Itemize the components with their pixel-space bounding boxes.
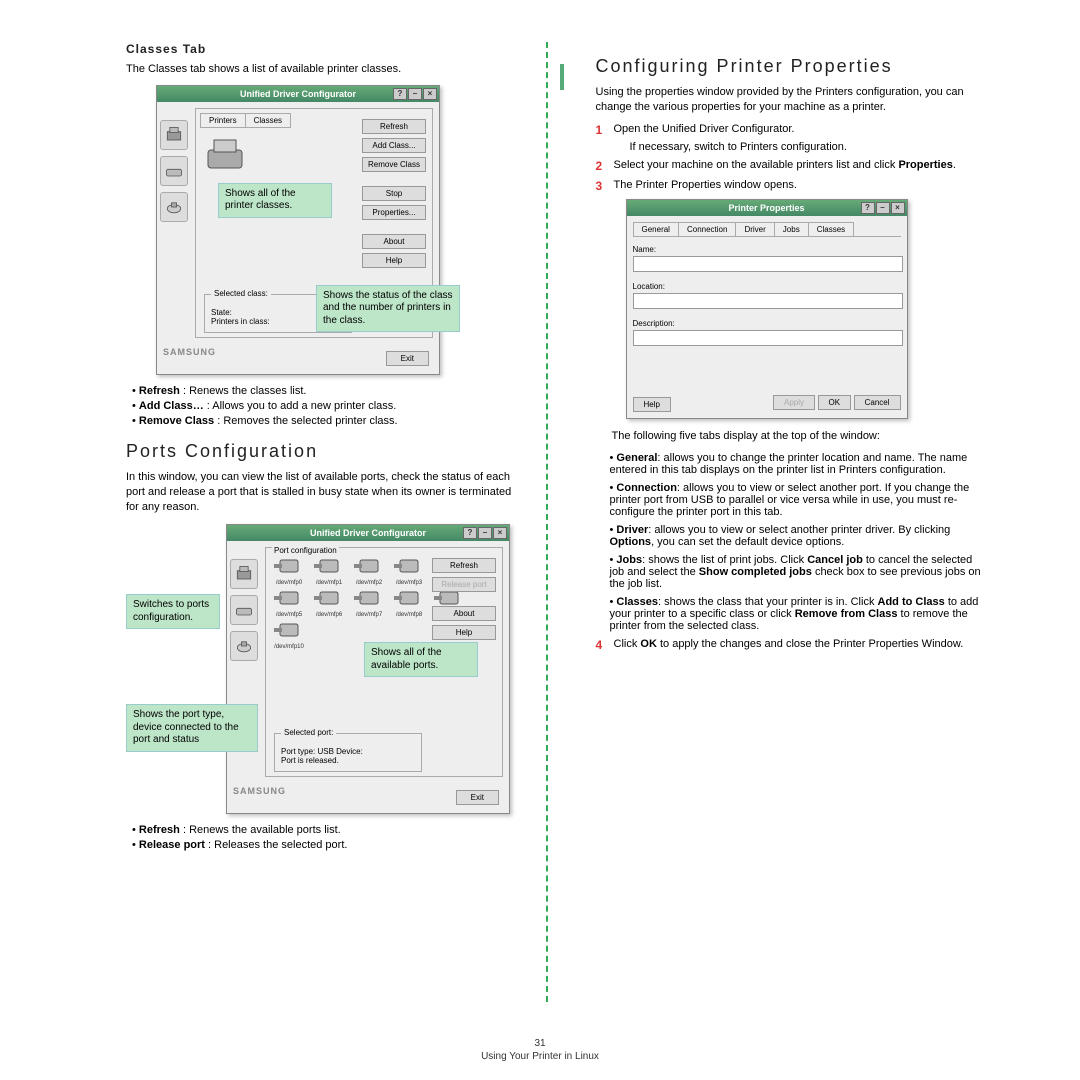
properties-window: Printer Properties ?–× General Connectio…: [626, 199, 908, 419]
ports-side-tab[interactable]: [160, 192, 188, 222]
ports-heading: Ports Configuration: [126, 441, 516, 462]
help-icon[interactable]: ?: [861, 202, 875, 214]
step-4: Click OK to apply the changes and close …: [614, 638, 986, 652]
apply-button[interactable]: Apply: [773, 395, 815, 410]
properties-intro: Using the properties window provided by …: [596, 85, 986, 115]
brand-logo: SAMSUNG: [233, 786, 286, 796]
ports-side-tab[interactable]: [230, 631, 258, 661]
tabs-intro: The following five tabs display at the t…: [612, 429, 986, 444]
classes-tab-intro: The Classes tab shows a list of availabl…: [126, 62, 516, 77]
location-field[interactable]: [633, 293, 903, 309]
help-icon[interactable]: ?: [393, 88, 407, 100]
help-button[interactable]: Help: [362, 253, 426, 268]
remove-class-button[interactable]: Remove Class: [362, 157, 426, 172]
ports-release-desc: • Release port : Releases the selected p…: [132, 839, 516, 851]
minimize-icon[interactable]: –: [478, 527, 492, 539]
classes-tab-heading: Classes Tab: [126, 42, 516, 56]
callout-switch-ports: Switches to ports configuration.: [126, 594, 220, 629]
port-icon[interactable]: /dev/mfp7: [350, 588, 388, 618]
callout-class-status: Shows the status of the class and the nu…: [316, 285, 460, 333]
callout-classes-list: Shows all of the printer classes.: [218, 183, 332, 218]
ports-refresh-desc: • Refresh : Renews the available ports l…: [132, 824, 516, 836]
tab-driver-desc: • Driver: allows you to view or select a…: [610, 524, 986, 548]
port-icon[interactable]: /dev/mfp6: [310, 588, 348, 618]
ports-window-title: Unified Driver Configurator ?–×: [227, 525, 509, 541]
tab-driver[interactable]: Driver: [735, 222, 774, 236]
tab-connection[interactable]: Connection: [678, 222, 736, 236]
tab-jobs[interactable]: Jobs: [774, 222, 809, 236]
tab-classes[interactable]: Classes: [808, 222, 854, 236]
scanners-side-tab[interactable]: [230, 595, 258, 625]
port-icon[interactable]: /dev/mfp10: [270, 620, 308, 650]
step-3: The Printer Properties window opens.: [614, 179, 986, 193]
stop-button[interactable]: Stop: [362, 186, 426, 201]
classes-refresh-desc: • Refresh : Renews the classes list.: [132, 385, 516, 397]
callout-port-status: Shows the port type, device connected to…: [126, 704, 258, 752]
tab-jobs-desc: • Jobs: shows the list of print jobs. Cl…: [610, 554, 986, 590]
minimize-icon[interactable]: –: [408, 88, 422, 100]
cancel-button[interactable]: Cancel: [854, 395, 901, 410]
classes-add-desc: • Add Class… : Allows you to add a new p…: [132, 400, 516, 412]
tab-general-desc: • General: allows you to change the prin…: [610, 452, 986, 476]
page-footer: 31 Using Your Printer in Linux: [0, 1038, 1080, 1062]
add-class-button[interactable]: Add Class...: [362, 138, 426, 153]
printers-tab[interactable]: Printers: [200, 113, 246, 128]
brand-logo: SAMSUNG: [163, 347, 216, 357]
ok-button[interactable]: OK: [818, 395, 852, 410]
ports-intro: In this window, you can view the list of…: [126, 470, 516, 515]
scanners-side-tab[interactable]: [160, 156, 188, 186]
help-button[interactable]: Help: [633, 397, 671, 412]
close-icon[interactable]: ×: [493, 527, 507, 539]
refresh-button[interactable]: Refresh: [432, 558, 496, 573]
name-field[interactable]: [633, 256, 903, 272]
callout-available-ports: Shows all of the available ports.: [364, 642, 478, 677]
exit-button[interactable]: Exit: [386, 351, 429, 366]
port-icon[interactable]: /dev/mfp3: [390, 556, 428, 586]
port-icon[interactable]: /dev/mfp0: [270, 556, 308, 586]
port-icon[interactable]: /dev/mfp2: [350, 556, 388, 586]
release-port-button[interactable]: Release port: [432, 577, 496, 592]
tab-connection-desc: • Connection: allows you to view or sele…: [610, 482, 986, 518]
about-button[interactable]: About: [432, 606, 496, 621]
close-icon[interactable]: ×: [891, 202, 905, 214]
help-button[interactable]: Help: [432, 625, 496, 640]
step-2: Select your machine on the available pri…: [614, 159, 986, 173]
help-icon[interactable]: ?: [463, 527, 477, 539]
classes-remove-desc: • Remove Class : Removes the selected pr…: [132, 415, 516, 427]
step-1: Open the Unified Driver Configurator.If …: [614, 123, 986, 153]
about-button[interactable]: About: [362, 234, 426, 249]
refresh-button[interactable]: Refresh: [362, 119, 426, 134]
minimize-icon[interactable]: –: [876, 202, 890, 214]
properties-heading: Configuring Printer Properties: [596, 56, 986, 77]
exit-button[interactable]: Exit: [456, 790, 499, 805]
close-icon[interactable]: ×: [423, 88, 437, 100]
classes-window-title: Unified Driver Configurator ?–×: [157, 86, 439, 102]
port-icon[interactable]: /dev/mfp8: [390, 588, 428, 618]
printers-side-tab[interactable]: [160, 120, 188, 150]
printers-side-tab[interactable]: [230, 559, 258, 589]
tab-general[interactable]: General: [633, 222, 679, 236]
tab-classes-desc: • Classes: shows the class that your pri…: [610, 596, 986, 632]
printer-class-icon: [204, 136, 246, 174]
properties-button[interactable]: Properties...: [362, 205, 426, 220]
classes-tab[interactable]: Classes: [245, 113, 291, 128]
port-icon[interactable]: /dev/mfp1: [310, 556, 348, 586]
properties-window-title: Printer Properties ?–×: [627, 200, 907, 216]
port-icon[interactable]: /dev/mfp5: [270, 588, 308, 618]
description-field[interactable]: [633, 330, 903, 346]
